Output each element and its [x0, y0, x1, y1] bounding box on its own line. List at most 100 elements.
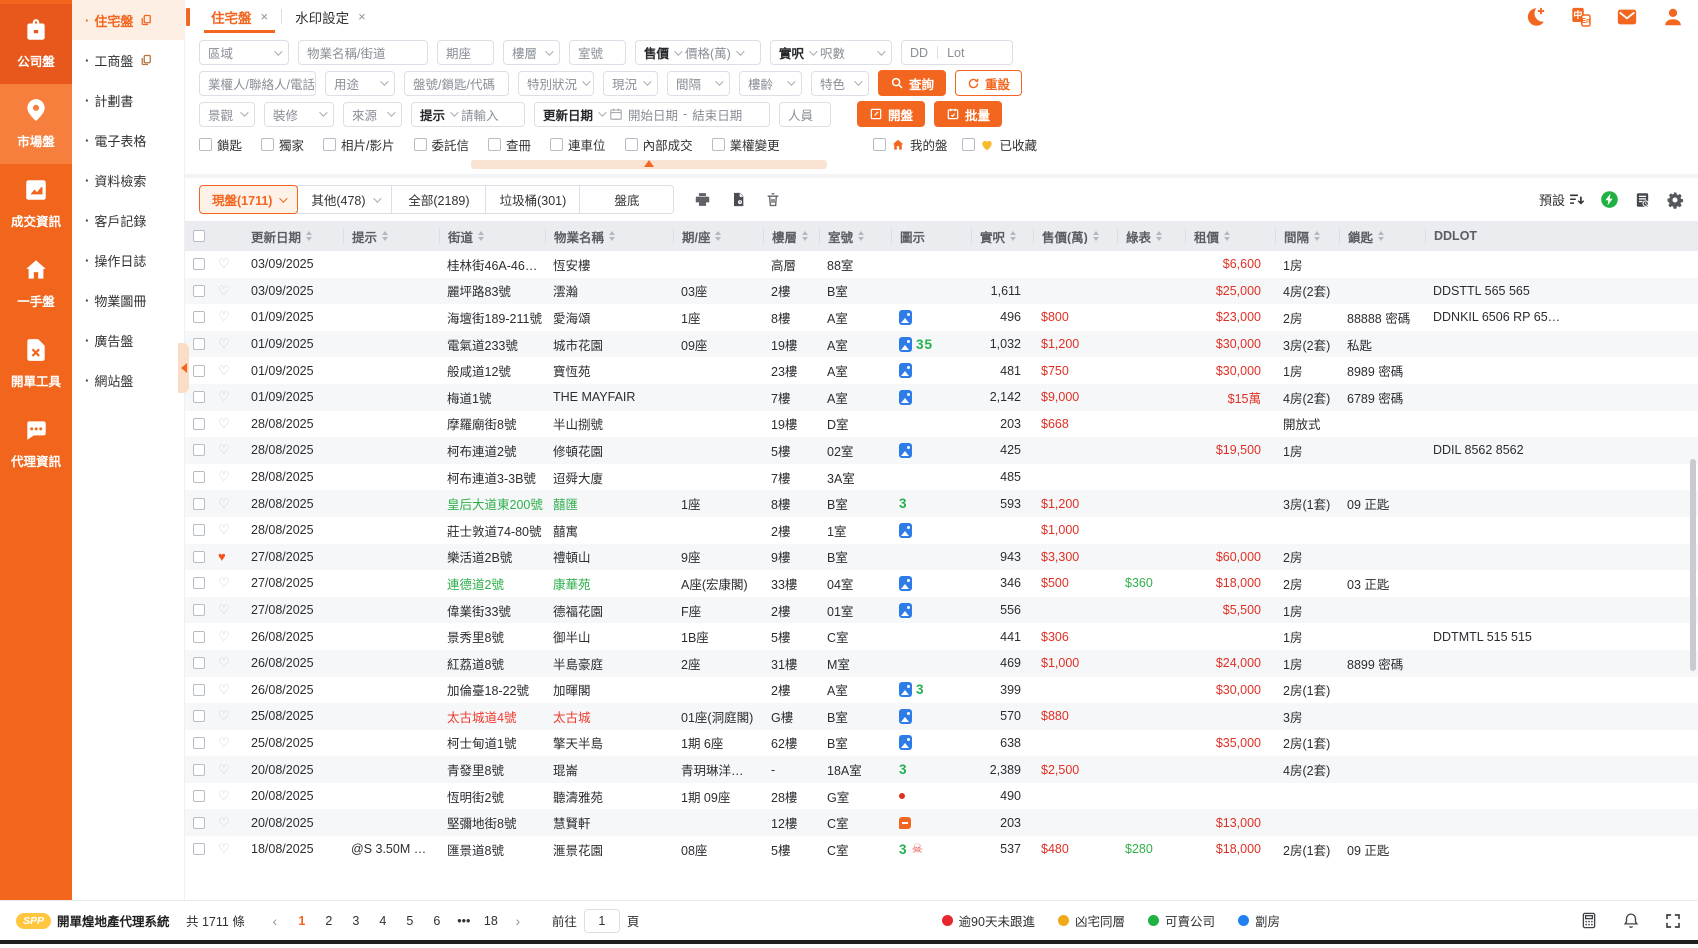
filter-check-2[interactable]: 相片/影片: [323, 135, 394, 154]
favorite-icon[interactable]: ♡: [218, 788, 230, 803]
table-row[interactable]: ♡ 01/09/2025 海壇街189-211號 愛海頌 1座 8樓 A室 49…: [185, 304, 1698, 331]
report-icon[interactable]: [1634, 191, 1651, 209]
row-checkbox[interactable]: [193, 631, 205, 643]
filter-3-5[interactable]: 人員: [779, 102, 831, 127]
row-checkbox[interactable]: [193, 365, 205, 377]
filter-2-4[interactable]: 現況: [603, 71, 658, 96]
favorite-icon[interactable]: ♡: [218, 469, 230, 484]
page-3[interactable]: 3: [349, 914, 363, 928]
favorite-icon[interactable]: ♡: [218, 442, 230, 457]
page-•••[interactable]: •••: [457, 914, 471, 928]
sort-icon[interactable]: [1314, 231, 1320, 241]
sort-icon[interactable]: [1378, 231, 1384, 241]
filter-1-4[interactable]: 室號: [569, 40, 626, 65]
close-icon[interactable]: ×: [261, 9, 269, 24]
row-checkbox[interactable]: [193, 391, 205, 403]
filter-2-3[interactable]: 特別狀況: [518, 71, 594, 96]
fullscreen-icon[interactable]: [1664, 912, 1682, 930]
table-row[interactable]: ♡ 18/08/2025 @S 3.50M … 匯景道8號 滙景花園 08座 5…: [185, 836, 1698, 863]
row-checkbox[interactable]: [193, 604, 205, 616]
table-row[interactable]: ♡ 28/08/2025 柯布連道2號 修頓花園 5樓 02室 425 $19,…: [185, 437, 1698, 464]
row-checkbox[interactable]: [193, 657, 205, 669]
view-tab-1[interactable]: 其他(478): [297, 185, 392, 214]
filter-check-5[interactable]: 連車位: [550, 135, 606, 154]
translate-icon[interactable]: 中En: [1570, 6, 1592, 28]
column-header-0[interactable]: 更新日期: [243, 228, 343, 244]
filter-collapse-strip[interactable]: [471, 160, 827, 169]
filter-3-1[interactable]: 裝修: [264, 102, 334, 127]
copy-doc-icon[interactable]: [730, 191, 746, 208]
column-header-7[interactable]: 圖示: [891, 228, 971, 244]
open-board-button[interactable]: 開盤: [857, 101, 925, 127]
table-row[interactable]: ♡ 03/09/2025 麗坪路83號 澐瀚 03座 2樓 B室 1,611 $…: [185, 278, 1698, 305]
sidebar-collapse-handle[interactable]: [178, 343, 189, 393]
favorite-icon[interactable]: ♡: [218, 841, 230, 856]
filter-3-4[interactable]: 更新日期開始日期-結束日期: [534, 102, 770, 127]
favorite-icon[interactable]: ♡: [218, 363, 230, 378]
favorite-icon[interactable]: ♡: [218, 496, 230, 511]
submenu-item-6[interactable]: · 操作日誌: [72, 240, 184, 280]
favorite-icon[interactable]: ♥: [218, 549, 226, 564]
page-1[interactable]: 1: [295, 914, 309, 928]
preset-table-button[interactable]: 預設: [1539, 190, 1585, 209]
reset-button[interactable]: 重設: [955, 70, 1022, 96]
table-row[interactable]: ♡ 28/08/2025 莊士敦道74-80號 囍寓 2樓 1室 $1,000: [185, 517, 1698, 544]
table-row[interactable]: ♡ 01/09/2025 般咸道12號 寶恆苑 23樓 A室 481 $750 …: [185, 357, 1698, 384]
column-header-4[interactable]: 期/座: [673, 228, 763, 244]
column-header-2[interactable]: 街道: [439, 228, 545, 244]
favorite-icon[interactable]: ♡: [218, 708, 230, 723]
sort-icon[interactable]: [1224, 231, 1230, 241]
sort-icon[interactable]: [715, 231, 721, 241]
filter-1-2[interactable]: 期座: [437, 40, 494, 65]
filter-1-3[interactable]: 樓層: [503, 40, 560, 65]
table-row[interactable]: ♡ 01/09/2025 梅道1號 THE MAYFAIR 7樓 A室 2,14…: [185, 384, 1698, 411]
table-row[interactable]: ♡ 25/08/2025 太古城道4號 太古城 01座(洞庭閣) G樓 B室 5…: [185, 703, 1698, 730]
filter-check-1[interactable]: 獨家: [261, 135, 304, 154]
mail-icon[interactable]: [1616, 6, 1638, 28]
column-header-10[interactable]: 綠表: [1117, 228, 1185, 244]
filter-check-4[interactable]: 查冊: [488, 135, 531, 154]
column-header-14[interactable]: DDLOT: [1425, 228, 1698, 244]
filter-3-3[interactable]: 提示請輸入: [411, 102, 525, 127]
row-checkbox[interactable]: [193, 817, 205, 829]
next-page-button[interactable]: ›: [511, 913, 525, 929]
column-header-11[interactable]: 租價: [1185, 228, 1275, 244]
row-checkbox[interactable]: [193, 524, 205, 536]
view-tab-0[interactable]: 現盤(1711): [199, 185, 298, 214]
favorite-icon[interactable]: ♡: [218, 735, 230, 750]
sort-icon[interactable]: [858, 231, 864, 241]
checkbox[interactable]: [625, 138, 638, 151]
sort-icon[interactable]: [382, 231, 388, 241]
row-checkbox[interactable]: [193, 498, 205, 510]
filter-2-0[interactable]: 業權人/聯絡人/電話: [199, 71, 316, 96]
prev-page-button[interactable]: ‹: [268, 913, 282, 929]
checkbox[interactable]: [873, 138, 886, 151]
row-checkbox[interactable]: [193, 444, 205, 456]
row-checkbox[interactable]: [193, 551, 205, 563]
checkbox[interactable]: [261, 138, 274, 151]
sort-icon[interactable]: [1156, 231, 1162, 241]
tab-0[interactable]: 住宅盤 ×: [198, 0, 281, 33]
checkbox[interactable]: [488, 138, 501, 151]
table-row[interactable]: ♡ 28/08/2025 皇后大道東200號 囍匯 1座 8樓 B室 3 593…: [185, 490, 1698, 517]
row-checkbox[interactable]: [193, 577, 205, 589]
table-row[interactable]: ♡ 26/08/2025 紅荔道8號 半島豪庭 2座 31樓 M室 469 $1…: [185, 650, 1698, 677]
filter-2-5[interactable]: 間隔: [667, 71, 730, 96]
sort-icon[interactable]: [1010, 231, 1016, 241]
submenu-item-7[interactable]: · 物業圖冊: [72, 280, 184, 320]
table-row[interactable]: ♡ 20/08/2025 青發里8號 琨崙 青玥琳洋… - 18A室 3 2,3…: [185, 756, 1698, 783]
checkbox[interactable]: [323, 138, 336, 151]
table-row[interactable]: ♡ 28/08/2025 柯布連道3-3B號 迢舜大廈 7樓 3A室 485: [185, 464, 1698, 491]
column-header-13[interactable]: 鎖匙: [1339, 228, 1425, 244]
bell-icon[interactable]: [1622, 911, 1640, 930]
favorite-icon[interactable]: ♡: [218, 389, 230, 404]
table-row[interactable]: ♡ 20/08/2025 恆明街2號 聽濤雅苑 1期 09座 28樓 G室 49…: [185, 783, 1698, 810]
submenu-item-4[interactable]: · 資料檢索: [72, 160, 184, 200]
table-row[interactable]: ♡ 20/08/2025 堅彌地街8號 慧賢軒 12樓 C室 203 $13,0…: [185, 809, 1698, 836]
filter-1-5[interactable]: 售價價格(萬): [635, 40, 761, 65]
filter-1-7[interactable]: DDLot: [901, 40, 1013, 65]
sidebar-item-5[interactable]: 代理資訊: [0, 404, 72, 484]
favorite-icon[interactable]: ♡: [218, 815, 230, 830]
submenu-item-8[interactable]: · 廣告盤: [72, 320, 184, 360]
copy-icon[interactable]: [140, 54, 152, 66]
